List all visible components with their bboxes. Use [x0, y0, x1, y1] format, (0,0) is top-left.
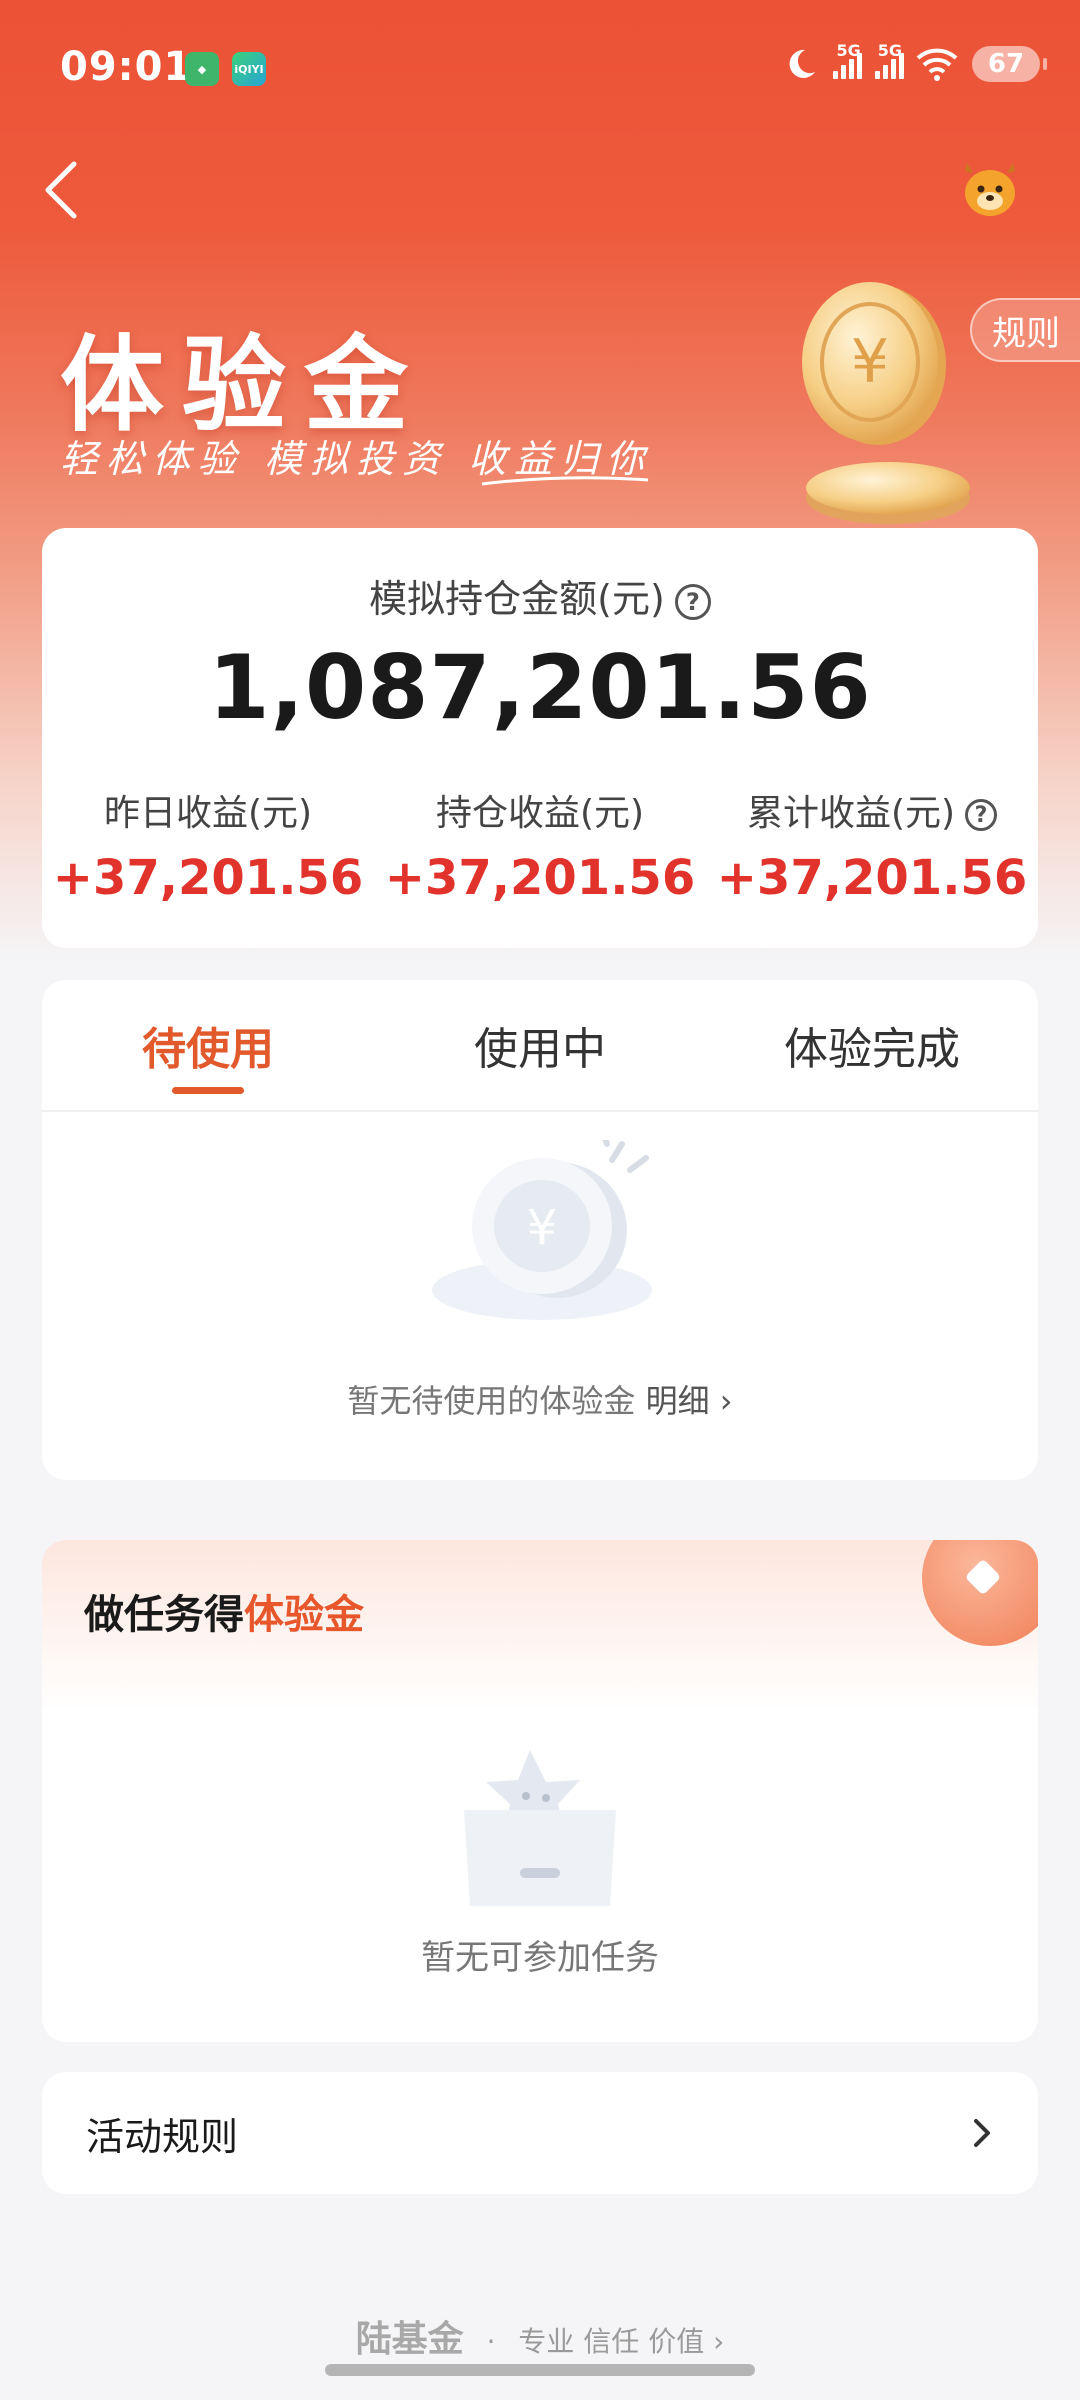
tasks-title-highlight: 体验金	[244, 1592, 364, 1638]
signal-icon-2	[874, 49, 904, 79]
stat-label: 持仓收益(元)	[435, 793, 645, 834]
stat-value: +37,201.56	[716, 850, 1028, 906]
activity-rules-row[interactable]: 活动规则	[42, 2072, 1038, 2194]
tab-pending[interactable]: 待使用	[42, 980, 374, 1110]
svg-text:¥: ¥	[527, 1200, 558, 1256]
iqiyi-icon: iQIYI	[232, 52, 266, 86]
deer-mascot-icon[interactable]	[955, 155, 1025, 225]
holding-amount-label: 模拟持仓金额(元)?	[42, 568, 1038, 623]
help-icon[interactable]: ?	[965, 799, 998, 831]
tab-in-use[interactable]: 使用中	[374, 980, 706, 1110]
stat-holding: 持仓收益(元) +37,201.56	[374, 784, 706, 906]
home-indicator[interactable]	[325, 2364, 755, 2376]
svg-text:¥: ¥	[851, 327, 889, 397]
stat-label: 昨日收益(元)	[103, 793, 313, 834]
hero-subtitle: 轻松体验 模拟投资 收益归你	[60, 437, 653, 481]
tasks-card: 做任务得体验金 暂无可参加任务	[42, 1540, 1038, 2042]
footer-chevron-icon: ›	[713, 2325, 725, 2358]
earnings-stats: 昨日收益(元) +37,201.56 持仓收益(元) +37,201.56 累计…	[42, 784, 1038, 906]
footer-dot: ·	[486, 2325, 496, 2358]
footer-brand: 陆基金	[355, 2318, 464, 2360]
tab-bar: 待使用 使用中 体验完成	[42, 980, 1038, 1112]
activity-rules-label: 活动规则	[86, 2114, 239, 2159]
rules-button[interactable]: 规则	[970, 298, 1080, 362]
help-icon[interactable]: ?	[674, 583, 711, 620]
tab-completed[interactable]: 体验完成	[706, 980, 1038, 1110]
status-indicators: 5G 5G 67	[783, 41, 1047, 82]
holding-amount-value: 1,087,201.56	[208, 636, 872, 739]
empty-star-box-icon	[464, 1750, 616, 1906]
holding-amount-text: 模拟持仓金额(元)	[369, 577, 665, 621]
summary-card: 模拟持仓金额(元)? 1,087,201.56 昨日收益(元) +37,201.…	[42, 528, 1038, 948]
stat-yesterday: 昨日收益(元) +37,201.56	[42, 784, 374, 906]
stat-label-text: 累计收益(元)	[746, 793, 956, 834]
signal-icon-1	[833, 49, 863, 79]
wifi-icon	[916, 48, 958, 81]
stat-value: +37,201.56	[52, 850, 364, 906]
stat-label: 累计收益(元)?	[706, 784, 1038, 836]
detail-link-label: 明细	[645, 1382, 710, 1420]
status-time: 09:01	[60, 44, 193, 90]
back-button[interactable]	[36, 150, 96, 230]
chevron-right-icon: ›	[719, 1382, 733, 1420]
empty-coin-icon: ¥	[432, 1140, 652, 1320]
tasks-title-prefix: 做任务得	[84, 1592, 244, 1638]
chevron-right-icon	[974, 2119, 990, 2147]
yuan-coin-icon: ¥	[802, 282, 970, 524]
empty-message: 暂无待使用的体验金	[347, 1382, 636, 1420]
tasks-title: 做任务得体验金	[84, 1582, 364, 1640]
detail-link[interactable]: 明细 ›	[646, 1382, 733, 1420]
footer[interactable]: 陆基金 · 专业 信任 价值 ›	[0, 2310, 1080, 2362]
chevron-left-icon	[45, 161, 77, 219]
stat-cumulative: 累计收益(元)? +37,201.56	[706, 784, 1038, 906]
status-bar: 09:01 ◆ iQIYI 5G 5G 67	[0, 0, 1080, 140]
app-icon-1: ◆	[185, 52, 219, 86]
subtitle-underline	[481, 476, 649, 486]
moon-icon	[790, 49, 816, 78]
footer-slogan: 专业 信任 价值	[518, 2325, 705, 2358]
stat-value: +37,201.56	[384, 850, 696, 906]
battery-indicator: 67	[972, 46, 1047, 82]
tasks-empty-text: 暂无可参加任务	[421, 1938, 659, 1978]
empty-state-text: 暂无待使用的体验金 明细 ›	[42, 1376, 1038, 1422]
tabs-card: 待使用 使用中 体验完成 ¥ 暂无待使用的体验金 明细 ›	[42, 980, 1038, 1480]
